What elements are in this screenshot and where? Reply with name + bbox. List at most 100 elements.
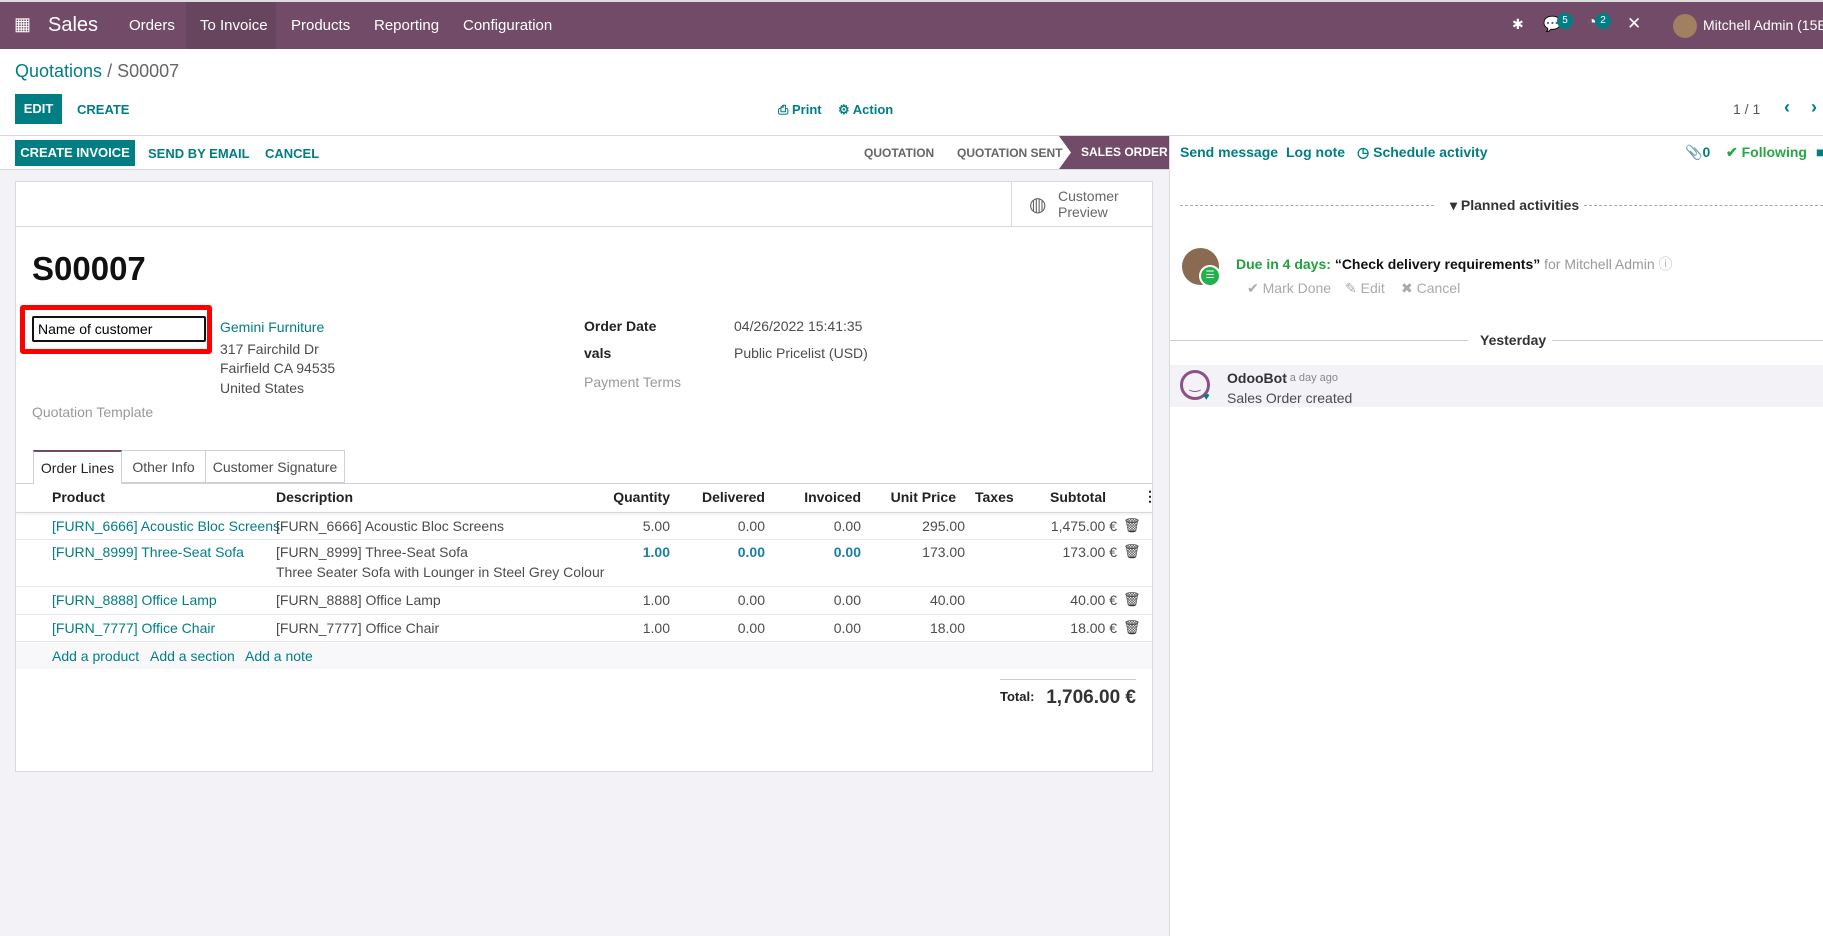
delivered-cell[interactable]: 0.00: [665, 592, 765, 608]
add-section-link[interactable]: Add a section: [150, 648, 235, 664]
product-cell[interactable]: [FURN_8999] Three-Seat Sofa: [52, 544, 244, 560]
cancel-order-button[interactable]: CANCEL: [265, 146, 319, 161]
heart-icon: ♥: [1203, 391, 1210, 403]
edit-label: Edit: [1360, 280, 1385, 296]
breadcrumb-separator: /: [102, 61, 118, 81]
user-avatar[interactable]: [1673, 14, 1697, 38]
schedule-label: Schedule activity: [1373, 144, 1488, 160]
date-separator: Yesterday: [1480, 332, 1547, 348]
create-button[interactable]: CREATE: [77, 102, 129, 117]
activity-mark-done[interactable]: ✔ Mark Done: [1247, 280, 1331, 297]
delivered-cell[interactable]: 0.00: [665, 544, 765, 560]
tabs-baseline: [16, 483, 1152, 484]
subtotal-cell[interactable]: 18.00 €: [1017, 620, 1117, 636]
product-cell[interactable]: [FURN_6666] Acoustic Bloc Screens: [52, 518, 280, 534]
followers-icon[interactable]: ■: [1816, 144, 1823, 160]
print-button[interactable]: ⎙ Print: [778, 102, 822, 118]
product-cell[interactable]: [FURN_7777] Office Chair: [52, 620, 215, 636]
col-quantity[interactable]: Quantity: [570, 489, 670, 505]
messages-badge: 5: [1557, 13, 1573, 29]
edit-button[interactable]: EDIT: [15, 94, 62, 124]
pager-next-icon[interactable]: ›: [1811, 97, 1817, 118]
unit-price-cell[interactable]: 18.00: [865, 620, 965, 636]
stage-quotation-sent[interactable]: QUOTATION SENT: [957, 146, 1063, 160]
activity-edit[interactable]: ✎ Edit: [1345, 280, 1385, 297]
invoiced-cell[interactable]: 0.00: [761, 592, 861, 608]
debug-icon[interactable]: ✱: [1512, 16, 1524, 33]
unit-price-cell[interactable]: 40.00: [865, 592, 965, 608]
description-cell[interactable]: [FURN_8888] Office Lamp: [276, 592, 441, 608]
log-note-button[interactable]: Log note: [1286, 144, 1345, 160]
col-invoiced[interactable]: Invoiced: [761, 489, 861, 505]
col-product[interactable]: Product: [52, 489, 105, 505]
unit-price-cell[interactable]: 295.00: [865, 518, 965, 534]
stage-sales-order[interactable]: SALES ORDER: [1059, 136, 1169, 169]
attachments-button[interactable]: 📎0: [1685, 144, 1710, 161]
col-subtotal[interactable]: Subtotal: [1006, 489, 1106, 505]
add-note-link[interactable]: Add a note: [245, 648, 313, 664]
delete-line-icon[interactable]: 🗑: [1123, 591, 1141, 608]
delete-line-icon[interactable]: 🗑: [1123, 517, 1141, 534]
apps-menu-icon[interactable]: ▦: [14, 14, 31, 35]
order-date-value: 04/26/2022 15:41:35: [734, 318, 863, 334]
menu-products[interactable]: Products: [291, 17, 350, 34]
activity-cancel[interactable]: ✖ Cancel: [1401, 280, 1460, 297]
invoiced-cell[interactable]: 0.00: [761, 620, 861, 636]
user-name[interactable]: Mitchell Admin (15E2: [1703, 17, 1823, 33]
delivered-cell[interactable]: 0.00: [665, 620, 765, 636]
add-product-link[interactable]: Add a product: [52, 648, 139, 664]
menu-to-invoice[interactable]: To Invoice: [200, 17, 268, 34]
send-by-email-button[interactable]: SEND BY EMAIL: [148, 146, 250, 161]
schedule-activity-button[interactable]: ◷ Schedule activity: [1357, 144, 1488, 161]
tab-other-info[interactable]: Other Info: [122, 450, 206, 483]
quantity-cell[interactable]: 1.00: [570, 544, 670, 560]
dashed-line-left: [1180, 205, 1434, 206]
description-cell[interactable]: [FURN_8999] Three-Seat Sofa: [276, 544, 468, 560]
action-button[interactable]: ⚙ Action: [838, 102, 893, 118]
activity-assignee: for Mitchell Admin: [1544, 256, 1655, 272]
pager-value[interactable]: 1 / 1: [1733, 101, 1760, 117]
quantity-cell[interactable]: 1.00: [570, 592, 670, 608]
description-extra[interactable]: Three Seater Sofa with Lounger in Steel …: [276, 564, 604, 580]
subtotal-cell[interactable]: 173.00 €: [1017, 544, 1118, 560]
invoiced-cell[interactable]: 0.00: [761, 518, 861, 534]
tools-icon[interactable]: ✕: [1627, 14, 1641, 34]
pager-prev-icon[interactable]: ‹: [1784, 97, 1790, 118]
create-invoice-button[interactable]: CREATE INVOICE: [15, 140, 135, 166]
delete-line-icon[interactable]: 🗑: [1123, 619, 1141, 636]
col-description[interactable]: Description: [276, 489, 353, 505]
col-unit-price[interactable]: Unit Price: [856, 489, 956, 505]
menu-orders[interactable]: Orders: [129, 17, 175, 34]
app-name[interactable]: Sales: [48, 14, 98, 37]
subtotal-cell[interactable]: 1,475.00 €: [1017, 518, 1117, 534]
customer-label-input[interactable]: Name of customer: [32, 316, 206, 342]
delivered-cell[interactable]: 0.00: [665, 518, 765, 534]
customer-link[interactable]: Gemini Furniture: [220, 319, 324, 335]
product-cell[interactable]: [FURN_8888] Office Lamp: [52, 592, 217, 608]
stage-quotation[interactable]: QUOTATION: [864, 146, 934, 160]
menu-reporting[interactable]: Reporting: [374, 17, 439, 34]
dashed-line-right: [1584, 205, 1823, 206]
tab-customer-signature[interactable]: Customer Signature: [206, 450, 345, 483]
planned-activities-toggle[interactable]: ▾ Planned activities: [1450, 197, 1579, 214]
info-icon[interactable]: ⓘ: [1659, 256, 1673, 272]
unit-price-cell[interactable]: 173.00: [865, 544, 965, 560]
customer-preview-button[interactable]: ◍ Customer Preview: [1011, 182, 1152, 226]
message-author[interactable]: OdooBot: [1227, 370, 1287, 386]
invoiced-cell[interactable]: 0.00: [761, 544, 861, 560]
description-cell[interactable]: [FURN_7777] Office Chair: [276, 620, 439, 636]
following-label: Following: [1741, 144, 1807, 160]
breadcrumb-current: S00007: [117, 61, 180, 81]
delete-line-icon[interactable]: 🗑: [1123, 543, 1141, 560]
column-options-icon[interactable]: ⋮: [1143, 488, 1157, 505]
quantity-cell[interactable]: 1.00: [570, 620, 670, 636]
breadcrumb-quotations[interactable]: Quotations: [15, 61, 102, 81]
tab-order-lines[interactable]: Order Lines: [33, 450, 122, 484]
subtotal-cell[interactable]: 40.00 €: [1017, 592, 1117, 608]
col-delivered[interactable]: Delivered: [665, 489, 765, 505]
send-message-button[interactable]: Send message: [1180, 144, 1278, 160]
menu-configuration[interactable]: Configuration: [463, 17, 552, 34]
following-button[interactable]: ✔ Following: [1726, 144, 1807, 161]
description-cell[interactable]: [FURN_6666] Acoustic Bloc Screens: [276, 518, 504, 534]
quantity-cell[interactable]: 5.00: [570, 518, 670, 534]
